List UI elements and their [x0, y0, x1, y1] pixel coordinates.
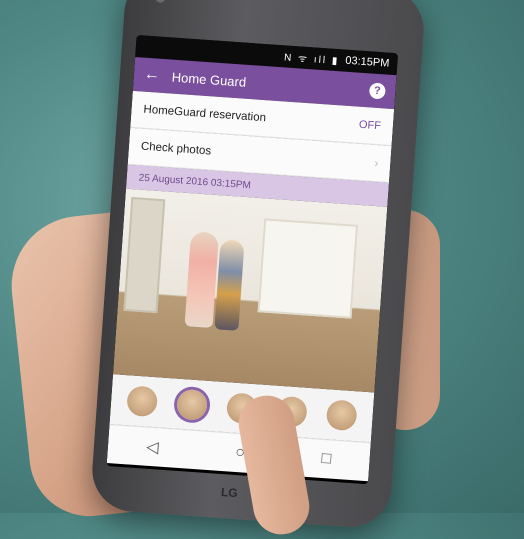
chevron-right-icon: ›: [373, 155, 379, 171]
thumbnail-selected[interactable]: [176, 388, 209, 421]
photo-date: 25 August 2016 03:15PM: [138, 172, 252, 191]
photo-child-1: [184, 231, 220, 329]
photo-child-2: [214, 239, 245, 331]
front-camera: [155, 0, 166, 3]
nav-back-icon[interactable]: ◁: [146, 437, 160, 458]
help-icon[interactable]: ?: [368, 82, 386, 100]
reservation-label: HomeGuard reservation: [143, 103, 267, 125]
status-icons: N ᯤ ıll ▮: [283, 52, 340, 68]
status-time: 03:15PM: [344, 54, 390, 70]
reservation-toggle-value[interactable]: OFF: [359, 119, 382, 133]
thumbnail[interactable]: [325, 399, 358, 432]
brand-logo: LG: [220, 485, 239, 501]
app-title: Home Guard: [171, 69, 247, 90]
photo-door: [123, 197, 166, 314]
back-arrow-icon[interactable]: ←: [143, 66, 160, 85]
check-photos-label: Check photos: [140, 140, 212, 158]
photo-window: [257, 218, 358, 319]
thumbnail[interactable]: [126, 385, 159, 418]
security-photo[interactable]: [112, 188, 388, 393]
nav-recents-icon[interactable]: □: [321, 450, 332, 469]
